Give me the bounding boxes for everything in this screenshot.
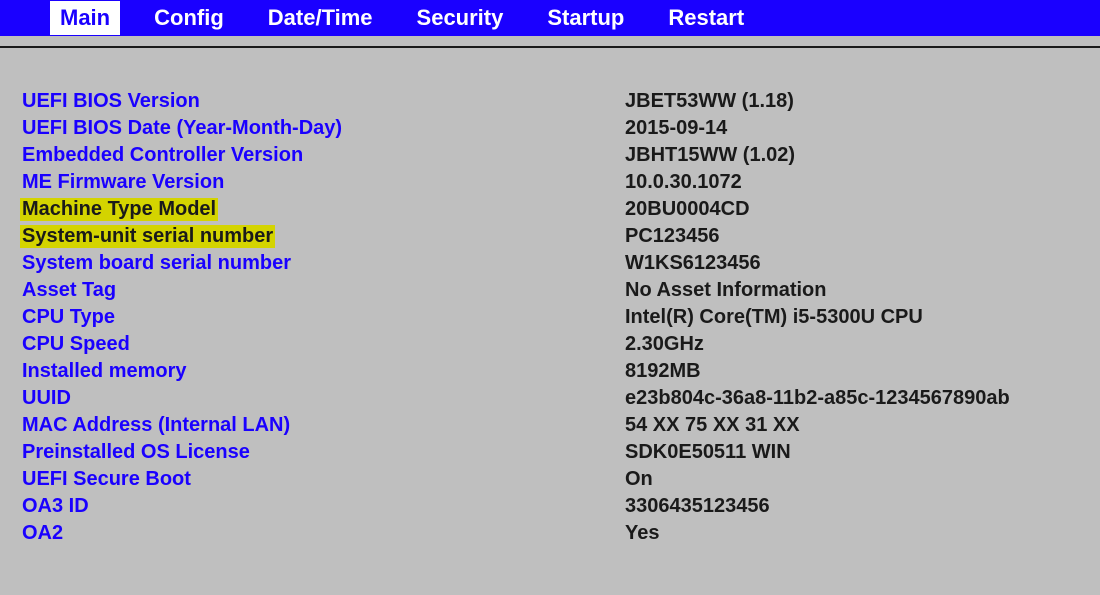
tab-security[interactable]: Security [407, 1, 514, 35]
info-label: Installed memory [20, 360, 625, 383]
info-label: MAC Address (Internal LAN) [20, 414, 625, 437]
info-label: UEFI BIOS Date (Year-Month-Day) [20, 117, 625, 140]
info-label: OA3 ID [20, 495, 625, 518]
info-label: ME Firmware Version [20, 171, 625, 194]
info-row: Embedded Controller VersionJBHT15WW (1.0… [20, 142, 1100, 169]
info-row: System board serial numberW1KS6123456 [20, 250, 1100, 277]
info-value: 10.0.30.1072 [625, 171, 742, 194]
info-value: e23b804c-36a8-11b2-a85c-1234567890ab [625, 387, 1010, 410]
info-label: Embedded Controller Version [20, 144, 625, 167]
info-label: UEFI Secure Boot [20, 468, 625, 491]
info-row: OA2Yes [20, 520, 1100, 547]
tab-datetime[interactable]: Date/Time [258, 1, 383, 35]
info-label: System-unit serial number [20, 225, 275, 248]
info-value: 54 XX 75 XX 31 XX [625, 414, 800, 437]
info-row: Preinstalled OS LicenseSDK0E50511 WIN [20, 439, 1100, 466]
info-row: Machine Type Model 20BU0004CD [20, 196, 1100, 223]
info-row: UEFI BIOS Date (Year-Month-Day)2015-09-1… [20, 115, 1100, 142]
info-label: UUID [20, 387, 625, 410]
info-value: Yes [625, 522, 659, 545]
info-row: System-unit serial number PC123456 [20, 223, 1100, 250]
bios-menubar: Main Config Date/Time Security Startup R… [0, 0, 1100, 36]
info-label: Machine Type Model [20, 198, 218, 221]
info-label: UEFI BIOS Version [20, 90, 625, 113]
info-value: SDK0E50511 WIN [625, 441, 791, 464]
info-value: 2015-09-14 [625, 117, 727, 140]
info-value: JBHT15WW (1.02) [625, 144, 795, 167]
info-row: ME Firmware Version10.0.30.1072 [20, 169, 1100, 196]
info-value: On [625, 468, 653, 491]
info-value: No Asset Information [625, 279, 827, 302]
info-label: Preinstalled OS License [20, 441, 625, 464]
info-row: UUIDe23b804c-36a8-11b2-a85c-1234567890ab [20, 385, 1100, 412]
tab-main[interactable]: Main [50, 1, 120, 35]
bios-main-content: UEFI BIOS VersionJBET53WW (1.18)UEFI BIO… [0, 48, 1100, 547]
tab-startup[interactable]: Startup [537, 1, 634, 35]
tab-config[interactable]: Config [144, 1, 234, 35]
info-row: UEFI Secure BootOn [20, 466, 1100, 493]
info-row: CPU Speed2.30GHz [20, 331, 1100, 358]
info-value: W1KS6123456 [625, 252, 761, 275]
info-row: Installed memory8192MB [20, 358, 1100, 385]
info-value: 2.30GHz [625, 333, 704, 356]
info-value: 3306435123456 [625, 495, 770, 518]
info-value: 8192MB [625, 360, 701, 383]
info-label: Asset Tag [20, 279, 625, 302]
info-value: 20BU0004CD [625, 198, 750, 221]
info-row: MAC Address (Internal LAN)54 XX 75 XX 31… [20, 412, 1100, 439]
info-label: System board serial number [20, 252, 625, 275]
info-value: JBET53WW (1.18) [625, 90, 794, 113]
info-row: CPU TypeIntel(R) Core(TM) i5-5300U CPU [20, 304, 1100, 331]
info-label: CPU Type [20, 306, 625, 329]
info-value: PC123456 [625, 225, 720, 248]
info-row: Asset TagNo Asset Information [20, 277, 1100, 304]
info-label: OA2 [20, 522, 625, 545]
tab-restart[interactable]: Restart [658, 1, 754, 35]
info-row: OA3 ID3306435123456 [20, 493, 1100, 520]
info-value: Intel(R) Core(TM) i5-5300U CPU [625, 306, 923, 329]
info-label: CPU Speed [20, 333, 625, 356]
info-row: UEFI BIOS VersionJBET53WW (1.18) [20, 88, 1100, 115]
